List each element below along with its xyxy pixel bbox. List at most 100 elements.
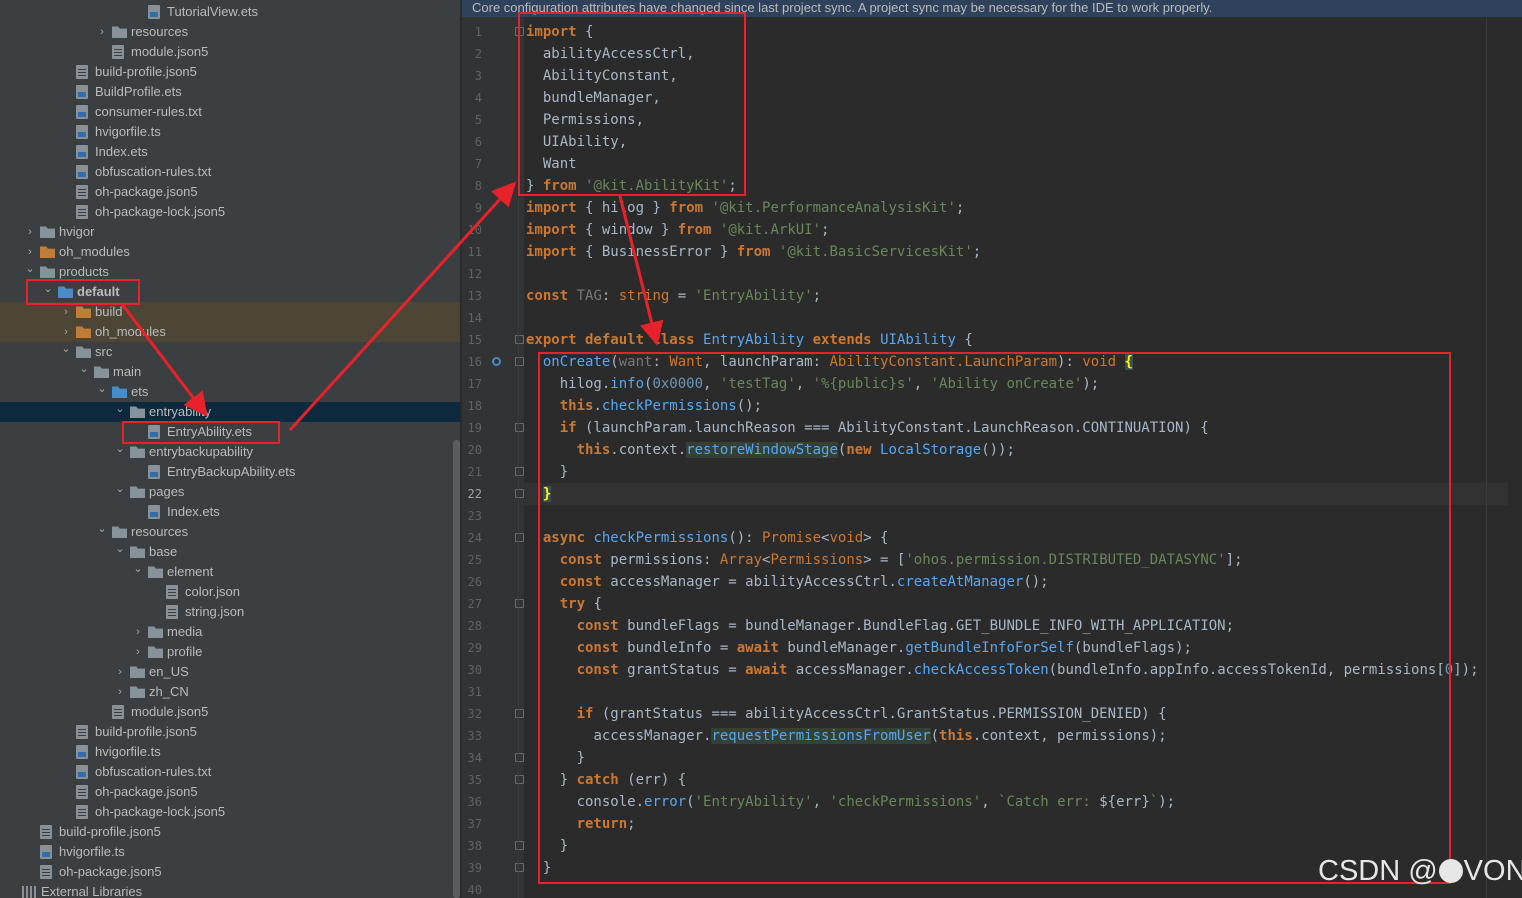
- tree-item[interactable]: module.json5: [0, 42, 460, 62]
- tree-item[interactable]: oh-package.json5: [0, 862, 460, 882]
- tree-item[interactable]: › en_US: [0, 662, 460, 682]
- line-number: 15: [467, 333, 482, 347]
- tree-item[interactable]: › zh_CN: [0, 682, 460, 702]
- line-number: 32: [467, 707, 482, 721]
- chevron-right-icon[interactable]: ›: [60, 302, 72, 322]
- tree-item[interactable]: ⌄ resources: [0, 522, 460, 542]
- tree-item-label: oh_modules: [59, 244, 130, 259]
- tree-item[interactable]: oh-package.json5: [0, 182, 460, 202]
- tree-item[interactable]: hvigorfile.ts: [0, 842, 460, 862]
- file-icon: [40, 825, 52, 839]
- code-token: { BusinessError }: [576, 244, 737, 260]
- tree-item[interactable]: ⌄ entrybackupability: [0, 442, 460, 462]
- chevron-down-icon[interactable]: ⌄: [96, 519, 108, 539]
- tree-item[interactable]: build-profile.json5: [0, 722, 460, 742]
- fold-marker-icon[interactable]: [515, 775, 524, 784]
- tree-item[interactable]: EntryBackupAbility.ets: [0, 462, 460, 482]
- tree-item[interactable]: consumer-rules.txt: [0, 102, 460, 122]
- tree-item[interactable]: ⌄ element: [0, 562, 460, 582]
- tree-item[interactable]: oh-package-lock.json5: [0, 202, 460, 222]
- tree-item-label: color.json: [185, 584, 240, 599]
- tree-item[interactable]: oh-package.json5: [0, 782, 460, 802]
- folder-icon: [148, 566, 163, 578]
- file-icon: [76, 765, 88, 779]
- line-number: 34: [467, 751, 482, 765]
- tree-item-label: consumer-rules.txt: [95, 104, 202, 119]
- tree-scrollbar[interactable]: [453, 440, 460, 898]
- file-icon: [112, 705, 124, 719]
- chevron-right-icon[interactable]: ›: [132, 622, 144, 642]
- tree-item[interactable]: hvigorfile.ts: [0, 122, 460, 142]
- bookmark-icon[interactable]: [492, 357, 501, 366]
- fold-marker-icon[interactable]: [515, 467, 524, 476]
- chevron-down-icon[interactable]: ⌄: [24, 259, 36, 279]
- editor-scrollbar[interactable]: [1508, 17, 1522, 898]
- tree-item[interactable]: oh-package-lock.json5: [0, 802, 460, 822]
- file-icon: [76, 145, 88, 159]
- file-icon: [76, 165, 88, 179]
- chevron-down-icon[interactable]: ⌄: [114, 479, 126, 499]
- tree-item[interactable]: string.json: [0, 602, 460, 622]
- tree-item[interactable]: ⌄ entryability: [0, 402, 460, 422]
- fold-marker-icon[interactable]: [515, 489, 524, 498]
- tree-item[interactable]: ⌄ src: [0, 342, 460, 362]
- line-number: 37: [467, 817, 482, 831]
- tree-item[interactable]: Index.ets: [0, 142, 460, 162]
- file-icon: [76, 745, 88, 759]
- folder-icon: [130, 686, 145, 698]
- file-icon: [166, 605, 178, 619]
- code-token: extends: [812, 332, 872, 348]
- code-token: from: [677, 222, 712, 238]
- fold-marker-icon[interactable]: [515, 599, 524, 608]
- tree-item[interactable]: ⌄ main: [0, 362, 460, 382]
- chevron-down-icon[interactable]: ⌄: [60, 339, 72, 359]
- chevron-right-icon[interactable]: ›: [114, 682, 126, 702]
- fold-marker-icon[interactable]: [515, 753, 524, 762]
- tree-item[interactable]: obfuscation-rules.txt: [0, 162, 460, 182]
- chevron-down-icon[interactable]: ⌄: [132, 559, 144, 579]
- tree-item[interactable]: hvigorfile.ts: [0, 742, 460, 762]
- tree-item[interactable]: build-profile.json5: [0, 822, 460, 842]
- chevron-right-icon[interactable]: ›: [96, 22, 108, 42]
- tree-item[interactable]: › profile: [0, 642, 460, 662]
- fold-marker-icon[interactable]: [515, 335, 524, 344]
- tree-item[interactable]: External Libraries: [0, 882, 460, 898]
- file-icon: [40, 845, 52, 859]
- tree-item-label: oh-package-lock.json5: [95, 204, 226, 219]
- line-number: 20: [467, 443, 482, 457]
- chevron-down-icon[interactable]: ⌄: [96, 379, 108, 399]
- avatar-dot: [1438, 859, 1463, 883]
- tree-item[interactable]: obfuscation-rules.txt: [0, 762, 460, 782]
- tree-item[interactable]: ⌄ base: [0, 542, 460, 562]
- fold-marker-icon[interactable]: [515, 863, 524, 872]
- tree-item[interactable]: › resources: [0, 22, 460, 42]
- fold-marker-icon[interactable]: [515, 841, 524, 850]
- folder-icon: [112, 386, 127, 398]
- tree-item-label: string.json: [185, 604, 245, 619]
- tree-item[interactable]: › oh_modules: [0, 242, 460, 262]
- tree-item[interactable]: Index.ets: [0, 502, 460, 522]
- chevron-right-icon[interactable]: ›: [114, 662, 126, 682]
- file-icon: [76, 185, 88, 199]
- tree-item[interactable]: › media: [0, 622, 460, 642]
- code-token: from: [736, 244, 771, 260]
- tree-item-label: BuildProfile.ets: [95, 84, 182, 99]
- fold-marker-icon[interactable]: [515, 357, 524, 366]
- tree-item[interactable]: ⌄ pages: [0, 482, 460, 502]
- chevron-down-icon[interactable]: ⌄: [114, 539, 126, 559]
- tree-item[interactable]: BuildProfile.ets: [0, 82, 460, 102]
- fold-marker-icon[interactable]: [515, 533, 524, 542]
- chevron-down-icon[interactable]: ⌄: [114, 399, 126, 419]
- tree-item[interactable]: color.json: [0, 582, 460, 602]
- chevron-right-icon[interactable]: ›: [132, 642, 144, 662]
- chevron-right-icon[interactable]: ›: [24, 222, 36, 242]
- fold-marker-icon[interactable]: [515, 709, 524, 718]
- tree-item[interactable]: TutorialView.ets: [0, 2, 460, 22]
- tree-item[interactable]: › hvigor: [0, 222, 460, 242]
- tree-item[interactable]: build-profile.json5: [0, 62, 460, 82]
- tree-item[interactable]: › build: [0, 302, 460, 322]
- tree-item[interactable]: ⌄ ets: [0, 382, 460, 402]
- chevron-down-icon[interactable]: ⌄: [78, 359, 90, 379]
- tree-item[interactable]: module.json5: [0, 702, 460, 722]
- fold-marker-icon[interactable]: [515, 423, 524, 432]
